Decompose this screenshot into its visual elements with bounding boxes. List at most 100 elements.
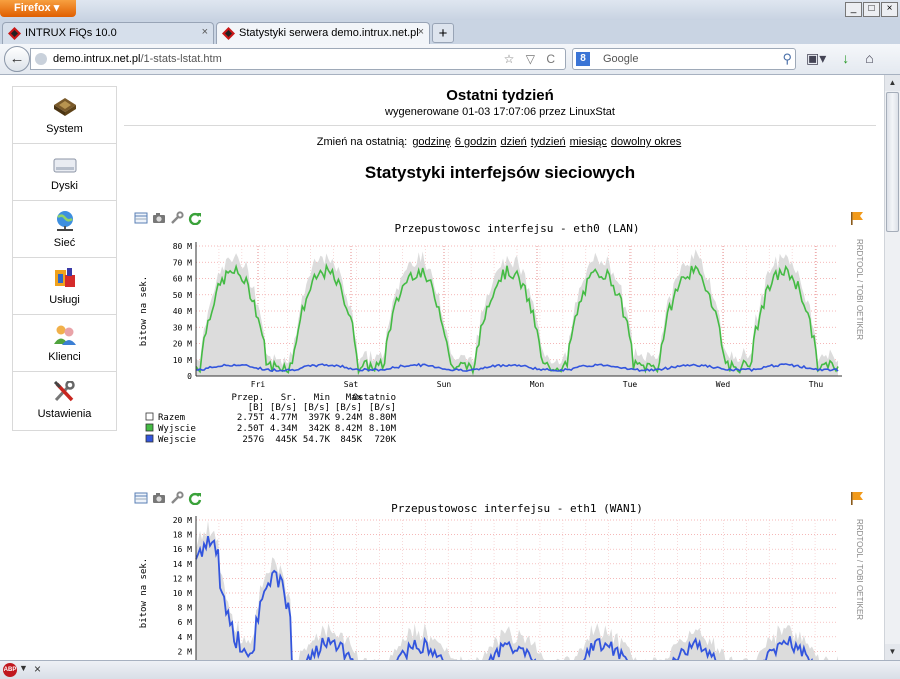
legend-series-name: Wyjscie — [158, 424, 196, 434]
home-icon[interactable]: ⌂ — [865, 50, 873, 67]
range-link-hour[interactable]: godzinę — [412, 136, 451, 148]
y-tick-label: 14 M — [173, 560, 192, 569]
sidebar-item-label: System — [46, 123, 83, 135]
y-tick-label: 12 M — [173, 574, 192, 583]
legend-header: Sr. — [281, 393, 297, 403]
page-viewport: System Dyski Sieć Usługi Klienci Ustawie… — [0, 75, 884, 660]
range-link-week[interactable]: tydzień — [531, 136, 566, 148]
tab-close-icon[interactable]: × — [202, 26, 208, 38]
range-link-day[interactable]: dzień — [500, 136, 526, 148]
range-selector: Zmień na ostatnią: godzinę 6 godzin dzień t… — [124, 136, 876, 148]
legend-series-name: Razem — [158, 413, 185, 423]
navigation-toolbar: demo.intrux.net.pl/1-stats-lstat.htm ☆ ▽… — [0, 44, 900, 75]
range-link-month[interactable]: miesiąc — [570, 136, 607, 148]
x-tick-label: Sat — [344, 380, 359, 389]
legend-series-name: Wejscie — [158, 435, 196, 445]
legend-header: Min — [314, 393, 330, 403]
graph-block-eth1: RRDTOOL / TOBI OETIKER Przepustowosc int… — [134, 491, 874, 660]
y-tick-label: 10 M — [173, 356, 192, 365]
sidebar-item-system[interactable]: System — [13, 87, 116, 144]
y-tick-label: 6 M — [178, 618, 193, 627]
y-tick-label: 4 M — [178, 633, 193, 642]
sidebar-item-label: Sieć — [53, 237, 76, 249]
y-tick-label: 80 M — [173, 242, 192, 251]
sidebar-item-ustawienia[interactable]: Ustawienia — [13, 372, 116, 430]
legend-value: 845K — [340, 435, 362, 445]
legend-unit: [B/s] — [335, 403, 362, 413]
back-button[interactable]: ← — [4, 46, 30, 72]
close-window-button[interactable]: × — [881, 2, 898, 17]
y-tick-label: 2 M — [178, 647, 193, 656]
x-tick-label: Mon — [530, 380, 545, 389]
search-input[interactable]: Google — [603, 53, 638, 65]
services-icon — [55, 268, 75, 287]
y-tick-label: 50 M — [173, 291, 192, 300]
range-link-custom[interactable]: dowolny okres — [611, 136, 681, 148]
y-axis-label: bitow na sek. — [139, 276, 149, 346]
scroll-down-arrow-icon[interactable]: ▼ — [885, 644, 900, 660]
sidebar-item-siec[interactable]: Sieć — [13, 201, 116, 258]
search-magnifier-icon[interactable]: ⚲ — [782, 51, 792, 67]
y-tick-label: 70 M — [173, 258, 192, 267]
divider — [124, 125, 876, 126]
y-tick-label: 30 M — [173, 323, 192, 332]
y-tick-label: 20 M — [173, 340, 192, 349]
back-arrow-icon: ← — [9, 50, 25, 67]
site-identity-icon[interactable] — [35, 53, 47, 65]
x-tick-label: Fri — [251, 380, 266, 389]
legend-swatch — [145, 434, 154, 443]
y-tick-label: 40 M — [173, 307, 192, 316]
intrux-favicon-icon — [8, 27, 21, 40]
generated-timestamp: wygenerowane 01-03 17:07:06 przez LinuxS… — [385, 106, 615, 118]
range-label: Zmień na ostatnią: — [316, 136, 408, 148]
firefox-menu-button[interactable]: Firefox ▾ — [0, 0, 76, 17]
addon-bar-close-icon[interactable]: × — [34, 662, 41, 676]
url-bar[interactable]: demo.intrux.net.pl/1-stats-lstat.htm ☆ ▽… — [30, 48, 566, 70]
maximize-button[interactable]: □ — [863, 2, 880, 17]
adblock-menu-arrow-icon[interactable]: ▼ — [19, 663, 28, 673]
adblock-icon[interactable]: ABP — [3, 663, 17, 677]
range-link-6h[interactable]: 6 godzin — [455, 136, 497, 148]
tab-statystyki[interactable]: Statystyki serwera demo.intrux.net.pl × — [216, 22, 430, 44]
sidebar-item-label: Ustawienia — [37, 408, 92, 420]
url-text[interactable]: demo.intrux.net.pl/1-stats-lstat.htm — [53, 53, 222, 65]
legend-swatch — [145, 412, 154, 421]
y-tick-label: 60 M — [173, 275, 192, 284]
search-bar[interactable]: 8 Google ⚲ — [572, 48, 796, 70]
sidebar-item-uslugi[interactable]: Usługi — [13, 258, 116, 315]
graph-eth0: Przepustowosc interfejsu - eth0 (LAN) 80 … — [139, 222, 842, 445]
chip-icon — [54, 98, 76, 116]
scrollbar-thumb[interactable] — [886, 92, 899, 232]
sidebar-item-dyski[interactable]: Dyski — [13, 144, 116, 201]
tools-icon — [53, 381, 75, 402]
page-title: Ostatni tydzień — [446, 87, 554, 104]
x-tick-label: Sun — [437, 380, 452, 389]
vertical-scrollbar[interactable]: ▲ ▼ — [884, 75, 900, 660]
sidebar-item-label: Usługi — [49, 294, 80, 306]
window-titlebar: Firefox ▾ _ □ × — [0, 0, 900, 20]
legend-swatch — [145, 423, 154, 432]
url-domain: demo.intrux.net.pl — [53, 53, 141, 65]
tab-title: INTRUX FiQs 10.0 — [25, 27, 117, 39]
bookmark-star-icon[interactable]: ▣▾ — [806, 50, 826, 67]
legend-unit: [B/s] — [303, 403, 330, 413]
graph-eth1: Przepustowosc interfejsu - eth1 (WAN1) 20… — [139, 502, 838, 660]
url-path: /1-stats-lstat.htm — [140, 53, 222, 65]
sidebar-item-klienci[interactable]: Klienci — [13, 315, 116, 372]
url-actions[interactable]: ☆ ▽ C — [504, 52, 559, 66]
tab-intrux-fiqs[interactable]: INTRUX FiQs 10.0 × — [2, 22, 214, 44]
google-search-engine-icon[interactable]: 8 — [576, 52, 590, 66]
legend-value: 9.24M — [335, 413, 363, 423]
y-tick-label: 10 M — [173, 589, 192, 598]
download-arrow-icon[interactable]: ↓ — [842, 50, 849, 67]
legend-unit: [B] — [248, 403, 264, 413]
y-tick-label: 18 M — [173, 531, 192, 540]
x-tick-label: Thu — [809, 380, 824, 389]
new-tab-button[interactable]: + — [432, 23, 454, 43]
section-title: Statystyki interfejsów sieciowych — [364, 163, 636, 182]
scroll-up-arrow-icon[interactable]: ▲ — [885, 75, 900, 91]
graph-title: Przepustowosc interfejsu - eth0 (LAN) — [394, 222, 639, 235]
tab-close-icon[interactable]: × — [418, 26, 424, 38]
minimize-button[interactable]: _ — [845, 2, 862, 17]
legend-unit: [B/s] — [270, 403, 297, 413]
